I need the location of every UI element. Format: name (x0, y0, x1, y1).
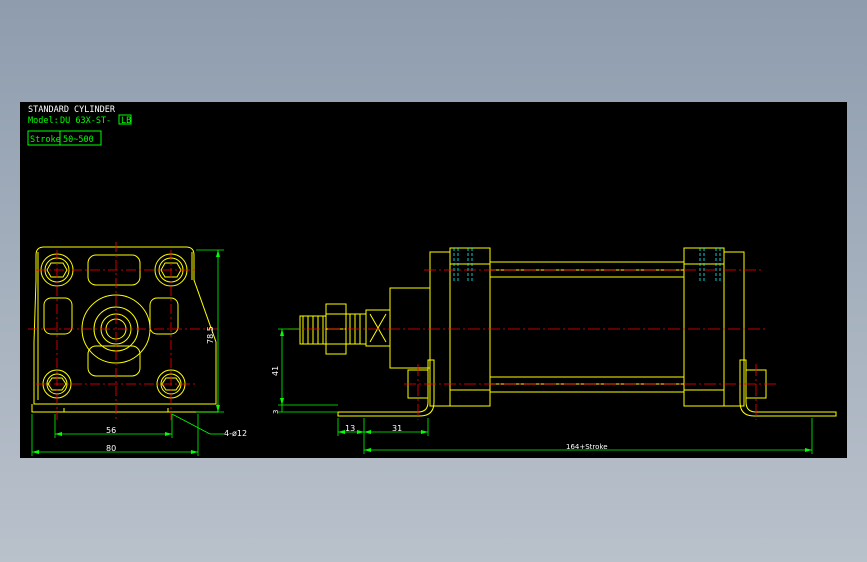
stroke-label: Stroke (30, 135, 61, 145)
side-arrows (280, 329, 812, 452)
front-view (31, 246, 219, 413)
dim-13: 13 (345, 424, 355, 433)
end-block (683, 247, 725, 407)
dim-base-thickness: 3 (272, 410, 280, 414)
side-centerlines (288, 269, 778, 420)
dim-width-inner: 56 (106, 426, 116, 435)
model-badge: LB (121, 116, 131, 126)
dim-height-side: 78.5 (206, 326, 215, 344)
dim-31: 31 (392, 424, 402, 433)
rod-cover (389, 287, 431, 369)
cad-drawing: STANDARD CYLINDER Model: DU 63X-ST- LB S… (27, 105, 837, 456)
front-centerlines (28, 242, 220, 420)
model-value: DU 63X-ST- (60, 116, 111, 126)
title-block: STANDARD CYLINDER Model: DU 63X-ST- LB S… (27, 105, 132, 146)
cylinder-tube (489, 261, 685, 393)
front-arrows (32, 250, 220, 454)
head-block (449, 247, 491, 407)
dim-axis-height: 41 (271, 366, 280, 376)
stroke-range: 50~500 (63, 135, 94, 145)
drawing-title: STANDARD CYLINDER (28, 105, 116, 115)
dim-hole-spec: 4-ø12 (224, 429, 247, 438)
dim-width-total: 80 (106, 444, 116, 453)
cad-viewport[interactable]: STANDARD CYLINDER Model: DU 63X-ST- LB S… (20, 102, 847, 458)
foot-right (739, 359, 837, 417)
model-prefix: Model: (28, 116, 59, 126)
dim-overall-length: 164+Stroke (566, 443, 608, 451)
